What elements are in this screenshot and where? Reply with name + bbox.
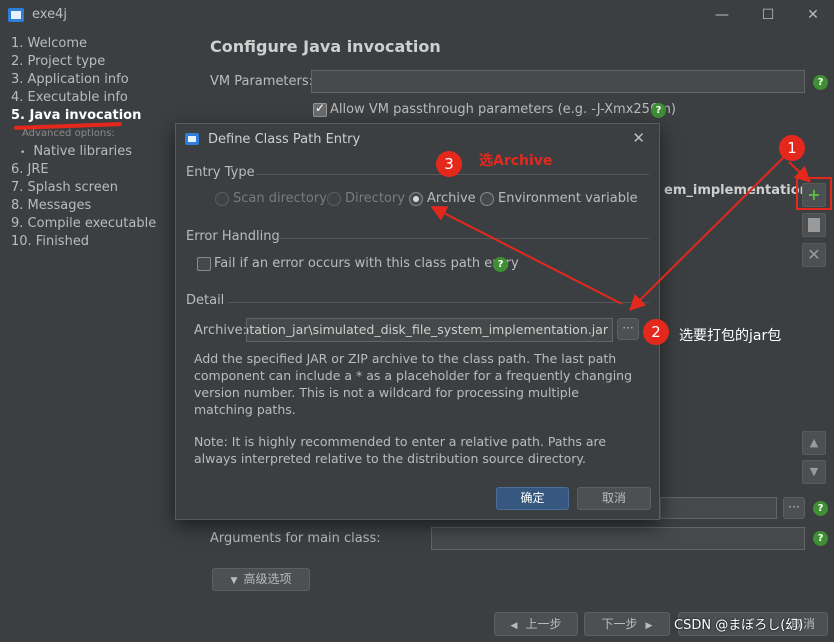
- triangle-down-icon: ▼: [230, 576, 238, 586]
- dialog-titlebar: Define Class Path Entry ✕: [176, 124, 659, 154]
- define-class-path-dialog: Define Class Path Entry ✕ Entry Type Sca…: [175, 123, 660, 520]
- radio-scan-directory-label: Scan directory: [233, 191, 327, 206]
- fail-on-error-label: Fail if an error occurs with this class …: [214, 256, 519, 271]
- sidebar-item-application-info[interactable]: 3. Application info: [11, 72, 129, 87]
- close-window-button[interactable]: ✕: [798, 4, 828, 26]
- radio-archive[interactable]: [409, 192, 423, 206]
- sidebar-item-label: Native libraries: [33, 144, 133, 159]
- relative-path-note: Note: It is highly recommended to enter …: [194, 434, 607, 466]
- annotation-highlight-box: [796, 177, 832, 210]
- annotation-step-3-text: 选Archive: [479, 153, 553, 169]
- arguments-label: Arguments for main class:: [210, 531, 381, 546]
- arguments-input[interactable]: [431, 527, 805, 550]
- sidebar-item-native-libraries[interactable]: • Native libraries: [20, 144, 132, 159]
- sidebar-item-compile-executable[interactable]: 9. Compile executable: [11, 216, 156, 231]
- radio-archive-label: Archive: [427, 191, 476, 206]
- sidebar-item-project-type[interactable]: 2. Project type: [11, 54, 105, 69]
- move-up-button[interactable]: ▲: [802, 431, 826, 455]
- back-label: 上一步: [525, 617, 562, 631]
- next-label: 下一步: [601, 617, 638, 631]
- archive-path-value: ementation_jar\simulated_disk_file_syste…: [246, 322, 608, 337]
- bullet-icon: •: [20, 148, 26, 158]
- delete-entry-button[interactable]: ✕: [802, 243, 826, 267]
- chevron-down-icon: ▼: [809, 465, 819, 478]
- triangle-right-icon: ▶: [645, 621, 653, 631]
- sidebar-item-jre[interactable]: 6. JRE: [11, 162, 49, 177]
- help-icon[interactable]: ?: [651, 103, 666, 118]
- archive-label: Archive:: [194, 323, 248, 338]
- vm-parameters-label: VM Parameters:: [210, 74, 314, 89]
- sidebar-item-finished[interactable]: 10. Finished: [11, 234, 89, 249]
- delete-icon: ✕: [807, 245, 821, 264]
- sidebar-item-welcome[interactable]: 1. Welcome: [11, 36, 87, 51]
- fail-on-error-checkbox[interactable]: [197, 257, 211, 271]
- entry-type-heading: Entry Type: [186, 165, 255, 180]
- divider: [228, 302, 649, 303]
- minimize-button[interactable]: —: [707, 4, 737, 26]
- annotation-step-2-text: 选要打包的jar包: [679, 328, 782, 344]
- dialog-close-icon[interactable]: ✕: [632, 129, 645, 147]
- window-title: exe4j: [32, 7, 67, 22]
- document-icon: [808, 218, 820, 232]
- radio-directory[interactable]: [327, 192, 341, 206]
- sidebar-item-splash-screen[interactable]: 7. Splash screen: [11, 180, 118, 195]
- archive-path-input[interactable]: ementation_jar\simulated_disk_file_syste…: [246, 318, 613, 342]
- annotation-step-3: 3: [436, 151, 462, 177]
- help-icon[interactable]: ?: [813, 501, 828, 516]
- radio-directory-label: Directory: [345, 191, 405, 206]
- main-class-input[interactable]: [660, 497, 777, 519]
- sidebar-item-messages[interactable]: 8. Messages: [11, 198, 91, 213]
- annotation-step-1: 1: [779, 135, 805, 161]
- detail-heading: Detail: [186, 293, 225, 308]
- window-titlebar: exe4j — ☐ ✕: [0, 0, 834, 30]
- error-handling-heading: Error Handling: [186, 229, 280, 244]
- allow-passthrough-label: Allow VM passthrough parameters (e.g. -J…: [330, 102, 676, 117]
- back-button[interactable]: ◀ 上一步: [494, 612, 578, 636]
- app-icon: [185, 133, 199, 145]
- maximize-button[interactable]: ☐: [753, 4, 783, 26]
- chevron-up-icon: ▲: [809, 436, 819, 449]
- advanced-options-button[interactable]: ▼ 高级选项: [212, 568, 310, 591]
- sidebar-item-java-invocation[interactable]: 5. Java invocation: [11, 108, 141, 123]
- app-icon: [8, 8, 24, 22]
- next-button[interactable]: 下一步 ▶: [584, 612, 670, 636]
- annotation-step-2: 2: [643, 319, 669, 345]
- vm-parameters-input[interactable]: [311, 70, 805, 93]
- dialog-cancel-button[interactable]: 取消: [577, 487, 651, 510]
- edit-entry-button[interactable]: [802, 213, 826, 237]
- advanced-options-label: 高级选项: [243, 572, 292, 586]
- dialog-title: Define Class Path Entry: [208, 132, 361, 147]
- watermark: CSDN @まぼろし(幻): [674, 618, 804, 633]
- archive-browse-button[interactable]: ···: [617, 318, 639, 340]
- move-down-button[interactable]: ▼: [802, 460, 826, 484]
- sidebar-item-executable-info[interactable]: 4. Executable info: [11, 90, 128, 105]
- ok-button[interactable]: 确定: [496, 487, 569, 510]
- help-icon[interactable]: ?: [813, 75, 828, 90]
- page-title: Configure Java invocation: [210, 37, 441, 56]
- allow-passthrough-checkbox[interactable]: [313, 101, 327, 117]
- triangle-left-icon: ◀: [510, 621, 518, 631]
- radio-scan-directory[interactable]: [215, 192, 229, 206]
- divider: [278, 238, 649, 239]
- archive-description: Add the specified JAR or ZIP archive to …: [194, 351, 633, 417]
- main-class-browse-button[interactable]: ···: [783, 497, 805, 519]
- radio-environment-variable[interactable]: [480, 192, 494, 206]
- help-icon[interactable]: ?: [813, 531, 828, 546]
- help-icon[interactable]: ?: [493, 257, 508, 272]
- advanced-options-heading: Advanced options:: [22, 128, 115, 139]
- radio-environment-variable-label: Environment variable: [498, 191, 638, 206]
